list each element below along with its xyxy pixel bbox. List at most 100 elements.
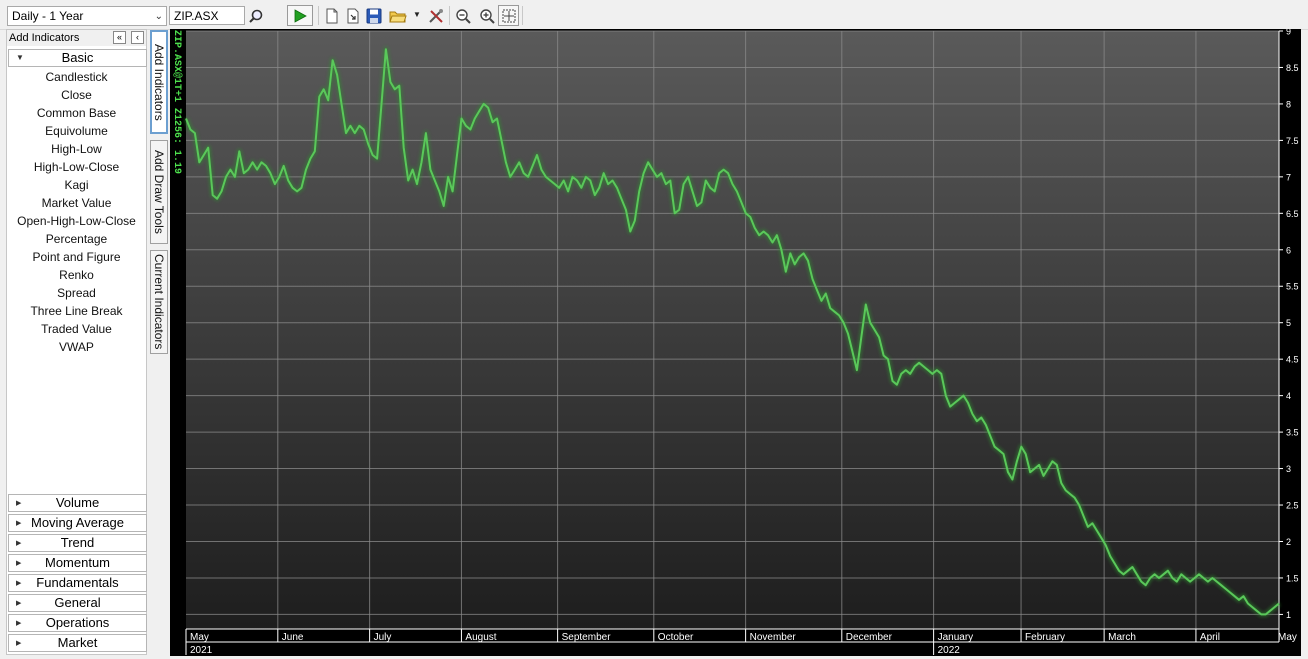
open-chart-button[interactable] [342, 5, 363, 26]
floppy-disk-icon [366, 8, 381, 23]
collapsed-triangle-icon: ▶ [16, 560, 22, 567]
chevron-down-icon: ⌄ [154, 11, 163, 22]
category-operations[interactable]: ▶ Operations [8, 614, 147, 632]
symbol-input[interactable] [169, 6, 245, 25]
plot-background [186, 31, 1279, 629]
indicator-item[interactable]: Point and Figure [7, 248, 146, 266]
collapsed-triangle-icon: ▶ [16, 540, 22, 547]
indicator-item[interactable]: Market Value [7, 194, 146, 212]
fit-chart-button[interactable] [498, 5, 519, 26]
tab-current-indicators[interactable]: Current Indicators [150, 250, 168, 354]
indicator-item[interactable]: Renko [7, 266, 146, 284]
y-tick-label: 6 [1286, 245, 1291, 255]
tools-button[interactable] [425, 5, 446, 26]
x-month-label: January [938, 632, 974, 643]
zoom-out-icon [455, 8, 471, 24]
new-chart-button[interactable] [321, 5, 342, 26]
document-arrow-icon [347, 8, 358, 23]
category-trend[interactable]: ▶ Trend [8, 534, 147, 552]
y-axis: 1 1.5 2 2.5 3 3.5 4 4.5 5 5.5 6 6.5 7 7.5 8 8.5 9 [1278, 29, 1299, 629]
tab-add-indicators-label: Add Indicators [152, 43, 166, 121]
collapsed-triangle-icon: ▶ [16, 640, 22, 647]
category-moving-average[interactable]: ▶ Moving Average [8, 514, 147, 532]
y-tick-label: 9 [1286, 29, 1291, 37]
indicator-panel: Add Indicators « ‹ ▼ Basic Candlestick Cl… [6, 29, 147, 655]
indicator-item[interactable]: Open-High-Low-Close [7, 212, 146, 230]
x-month-label: April [1200, 632, 1220, 643]
y-tick-label: 2 [1286, 537, 1291, 547]
period-select-value: Daily - 1 Year [12, 9, 84, 23]
tab-add-indicators[interactable]: Add Indicators [150, 30, 168, 134]
category-market[interactable]: ▶ Market [8, 634, 147, 652]
y-tick-label: 7 [1286, 172, 1291, 182]
collapsed-triangle-icon: ▶ [16, 620, 22, 627]
x-month-label: December [846, 632, 893, 643]
period-select[interactable]: Daily - 1 Year ⌄ [7, 6, 167, 26]
tab-add-draw-tools-label: Add Draw Tools [152, 150, 166, 234]
expanded-triangle-icon: ▼ [16, 53, 24, 62]
zoom-in-icon [479, 8, 495, 24]
collapse-panel-button[interactable]: ‹ [131, 31, 144, 44]
indicator-item[interactable]: Three Line Break [7, 302, 146, 320]
category-label: Market [57, 635, 98, 650]
category-label: Fundamentals [36, 575, 119, 590]
y-tick-label: 3 [1286, 464, 1291, 474]
category-basic[interactable]: ▼ Basic [8, 49, 147, 67]
category-basic-label: Basic [61, 50, 94, 65]
indicator-item[interactable]: Percentage [7, 230, 146, 248]
play-icon [294, 8, 307, 23]
indicator-item[interactable]: Close [7, 86, 146, 104]
category-momentum[interactable]: ▶ Momentum [8, 554, 147, 572]
toolbar-separator [522, 6, 523, 25]
x-month-label: November [750, 632, 797, 643]
collapse-all-button[interactable]: « [113, 31, 126, 44]
x-month-label: June [282, 632, 304, 643]
x-month-label: May [1278, 632, 1297, 643]
tools-icon [428, 8, 443, 23]
category-fundamentals[interactable]: ▶ Fundamentals [8, 574, 147, 592]
category-volume[interactable]: ▶ Volume [8, 494, 147, 512]
x-month-label: May [190, 632, 209, 643]
indicator-item[interactable]: High-Low-Close [7, 158, 146, 176]
save-button[interactable] [363, 5, 384, 26]
category-label: Trend [60, 535, 95, 550]
category-label: Volume [55, 495, 100, 510]
zoom-in-button[interactable] [476, 5, 497, 26]
indicator-item[interactable]: High-Low [7, 140, 146, 158]
fit-screen-icon [502, 9, 515, 22]
y-tick-label: 3.5 [1286, 428, 1299, 438]
indicator-item[interactable]: Traded Value [7, 320, 146, 338]
search-icon [248, 9, 262, 23]
y-tick-label: 1.5 [1286, 573, 1299, 583]
tab-add-draw-tools[interactable]: Add Draw Tools [150, 140, 168, 244]
category-general[interactable]: ▶ General [8, 594, 147, 612]
chart-series-label-text: ZIP.ASX@1T+1 Z1256: 1.19 [171, 30, 182, 175]
collapsed-triangle-icon: ▶ [16, 500, 22, 507]
indicator-item[interactable]: Equivolume [7, 122, 146, 140]
y-tick-label: 5 [1286, 318, 1291, 328]
play-button[interactable] [287, 5, 313, 26]
toolbar-separator [318, 6, 319, 25]
caret-down-icon[interactable]: ▼ [413, 10, 421, 19]
price-chart[interactable]: 1 1.5 2 2.5 3 3.5 4 4.5 5 5.5 6 6.5 7 7.5 8 8.5 9 May Jun… [170, 29, 1301, 656]
x-month-label: February [1025, 632, 1065, 643]
indicator-item[interactable]: Spread [7, 284, 146, 302]
basic-indicator-list: Candlestick Close Common Base Equivolume Hig… [7, 68, 146, 356]
x-month-label: September [562, 632, 612, 643]
zoom-out-button[interactable] [452, 5, 473, 26]
indicator-item[interactable]: Candlestick [7, 68, 146, 86]
indicator-item[interactable]: Kagi [7, 176, 146, 194]
category-label: Operations [45, 615, 110, 630]
open-folder-button[interactable] [387, 5, 408, 26]
x-month-label: August [465, 632, 496, 643]
y-tick-label: 7.5 [1286, 136, 1299, 146]
indicator-item[interactable]: Common Base [7, 104, 146, 122]
x-year-label: 2021 [190, 645, 213, 656]
indicator-item[interactable]: VWAP [7, 338, 146, 356]
toolbar-separator [449, 6, 450, 25]
indicator-panel-title: Add Indicators [9, 32, 80, 44]
search-button[interactable] [245, 5, 266, 26]
x-month-label: March [1108, 632, 1136, 643]
y-tick-label: 5.5 [1286, 282, 1299, 292]
category-label: General [54, 595, 101, 610]
